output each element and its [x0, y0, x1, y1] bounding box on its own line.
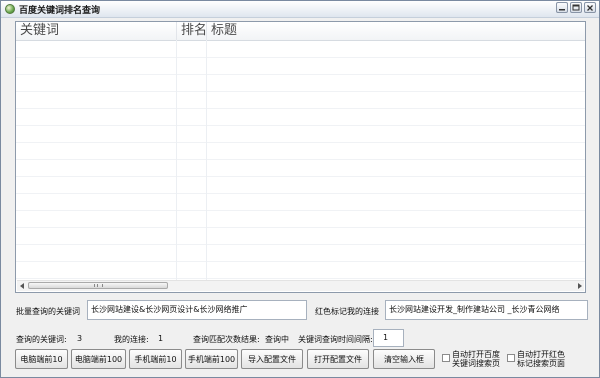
- batch-keywords-label: 批量查询的关键词: [16, 307, 80, 316]
- column-divider: [176, 40, 177, 282]
- red-mark-input[interactable]: 长沙网站建设开发_制作建站公司 _长沙青公网络: [385, 300, 588, 320]
- match-count-label: 查询匹配次数结果:: [193, 335, 260, 344]
- my-link-label: 我的连接:: [114, 335, 149, 344]
- mobile-top10-button[interactable]: 手机端前10: [129, 349, 182, 369]
- list-header: 关键词 排名 标题: [16, 22, 585, 41]
- column-header-keyword[interactable]: 关键词: [16, 22, 177, 40]
- row-gridline: [16, 125, 585, 126]
- window-controls: [556, 2, 596, 13]
- keyword-count-value: 3: [77, 334, 83, 343]
- row-gridline: [16, 193, 585, 194]
- pc-top10-button[interactable]: 电脑端前10: [15, 349, 68, 369]
- batch-keywords-input[interactable]: 长沙网站建设&长沙网页设计&长沙网络推广: [87, 300, 307, 320]
- row-gridline: [16, 278, 585, 279]
- scroll-left-button[interactable]: [17, 282, 27, 290]
- row-gridline: [16, 227, 585, 228]
- match-count-value: 查询中: [265, 335, 289, 344]
- app-globe-icon: [5, 4, 15, 14]
- clear-input-button[interactable]: 清空输入框: [373, 349, 435, 369]
- keyword-count-label: 查询的关键词:: [16, 335, 67, 344]
- row-gridline: [16, 261, 585, 262]
- column-header-title[interactable]: 标题: [207, 22, 585, 40]
- row-gridline: [16, 176, 585, 177]
- row-gridline: [16, 244, 585, 245]
- title-bar[interactable]: 百度关键词排名查询: [1, 1, 599, 18]
- horizontal-scrollbar[interactable]: [17, 280, 584, 291]
- scroll-right-icon: [577, 283, 582, 289]
- row-gridline: [16, 108, 585, 109]
- scroll-left-icon: [19, 283, 24, 289]
- auto-open-red-label-line1: 自动打开红色: [517, 350, 565, 359]
- row-gridline: [16, 57, 585, 58]
- auto-open-red-label-line2: 标记搜索页面: [517, 359, 565, 368]
- auto-open-baidu-label-line1: 自动打开百度: [452, 350, 500, 359]
- auto-open-baidu-checkbox[interactable]: [442, 354, 450, 362]
- row-gridline: [16, 91, 585, 92]
- list-rows: [16, 40, 585, 282]
- column-divider: [206, 40, 207, 282]
- red-mark-label: 红色标记我的连接: [315, 307, 379, 316]
- results-list[interactable]: 关键词 排名 标题: [15, 21, 586, 293]
- column-header-rank[interactable]: 排名: [177, 22, 207, 40]
- mobile-top100-button[interactable]: 手机端前100: [185, 349, 238, 369]
- close-icon: [587, 4, 593, 11]
- row-gridline: [16, 159, 585, 160]
- maximize-icon: [572, 4, 580, 10]
- pc-top100-button[interactable]: 电脑端前100: [71, 349, 126, 369]
- window-title: 百度关键词排名查询: [19, 6, 101, 16]
- interval-label: 关键词查询时间间隔:: [298, 335, 373, 344]
- maximize-button[interactable]: [570, 2, 582, 13]
- row-gridline: [16, 210, 585, 211]
- close-button[interactable]: [584, 2, 596, 13]
- app-window: 百度关键词排名查询 关键词 排名 标题 批量查询的关键词 长沙网站建设&长沙网页…: [0, 0, 600, 378]
- minimize-icon: [559, 8, 565, 10]
- row-gridline: [16, 142, 585, 143]
- open-config-button[interactable]: 打开配置文件: [307, 349, 369, 369]
- minimize-button[interactable]: [556, 2, 568, 13]
- grip-icon: [93, 284, 103, 287]
- row-gridline: [16, 74, 585, 75]
- auto-open-red-checkbox[interactable]: [507, 354, 515, 362]
- scroll-right-button[interactable]: [574, 282, 584, 290]
- auto-open-baidu-label-line2: 关键词搜索页: [452, 359, 500, 368]
- scrollbar-thumb[interactable]: [28, 282, 168, 289]
- my-link-value: 1: [158, 334, 164, 343]
- interval-input[interactable]: 1: [373, 329, 404, 347]
- import-config-button[interactable]: 导入配置文件: [241, 349, 303, 369]
